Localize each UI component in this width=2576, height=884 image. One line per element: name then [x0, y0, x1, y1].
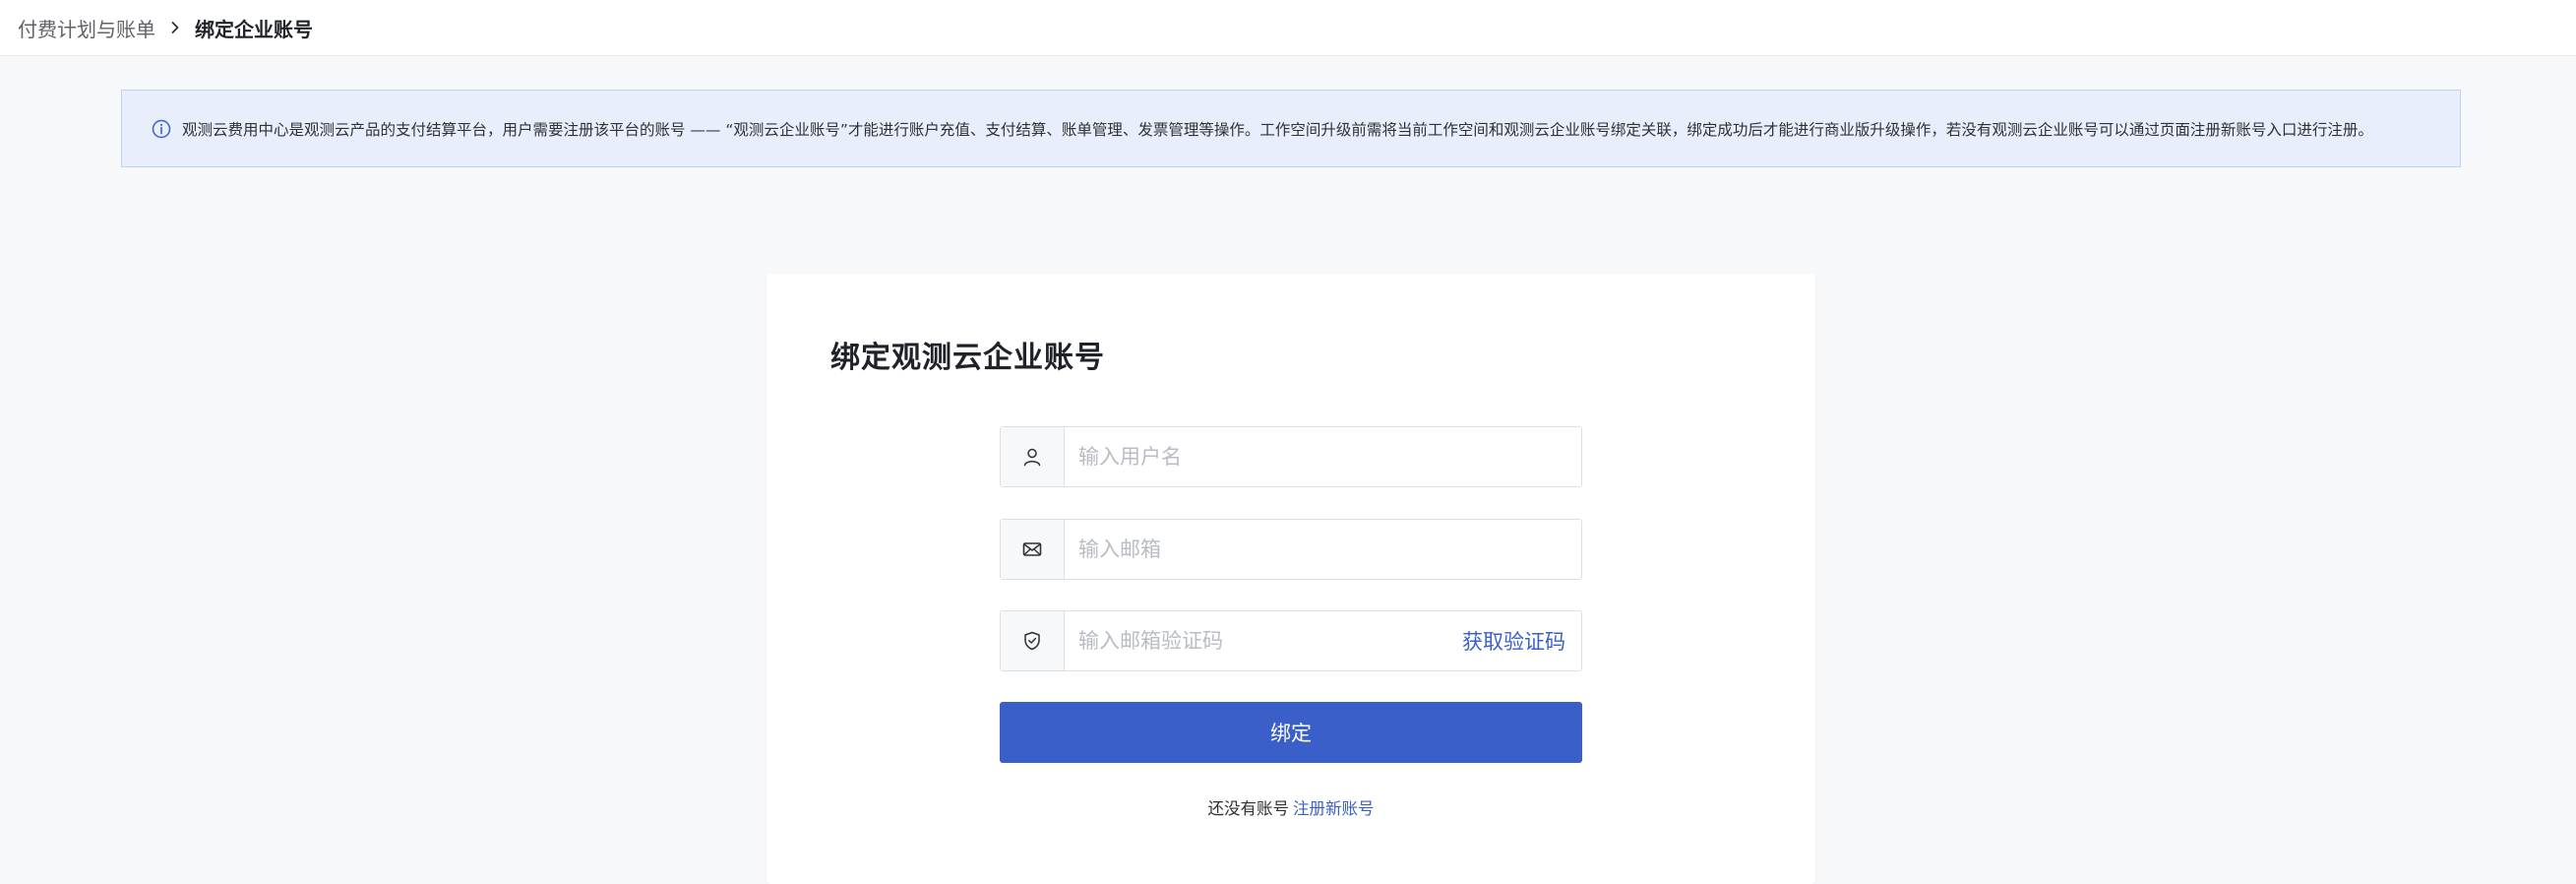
- email-input[interactable]: [1065, 520, 1581, 579]
- verification-code-input[interactable]: [1065, 611, 1462, 670]
- get-code-button[interactable]: 获取验证码: [1462, 611, 1581, 670]
- notice-text: 观测云费用中心是观测云产品的支付结算平台，用户需要注册该平台的账号 —— “观测…: [182, 120, 2373, 139]
- register-link[interactable]: 注册新账号: [1293, 799, 1375, 818]
- user-icon: [1001, 427, 1065, 486]
- breadcrumb-parent-link[interactable]: 付费计划与账单: [18, 14, 155, 42]
- bind-button[interactable]: 绑定: [1000, 702, 1582, 763]
- username-input[interactable]: [1065, 427, 1581, 486]
- chevron-right-icon: [159, 0, 191, 56]
- shield-check-icon: [1001, 611, 1065, 670]
- info-notice: 观测云费用中心是观测云产品的支付结算平台，用户需要注册该平台的账号 —— “观测…: [121, 90, 2461, 167]
- register-prompt-line: 还没有账号 注册新账号: [767, 795, 1815, 819]
- breadcrumb-current: 绑定企业账号: [195, 17, 313, 41]
- info-circle-icon: [151, 118, 172, 140]
- form-title: 绑定观测云企业账号: [830, 341, 1105, 375]
- register-prompt-text: 还没有账号: [1207, 799, 1290, 818]
- top-bar: 付费计划与账单 绑定企业账号: [0, 0, 2576, 56]
- mail-icon: [1001, 520, 1065, 579]
- verification-code-field: 获取验证码: [1000, 610, 1582, 671]
- username-field: [1000, 426, 1582, 487]
- email-field: [1000, 519, 1582, 580]
- bind-account-card: 绑定观测云企业账号 获取验证码 绑定: [767, 274, 1815, 884]
